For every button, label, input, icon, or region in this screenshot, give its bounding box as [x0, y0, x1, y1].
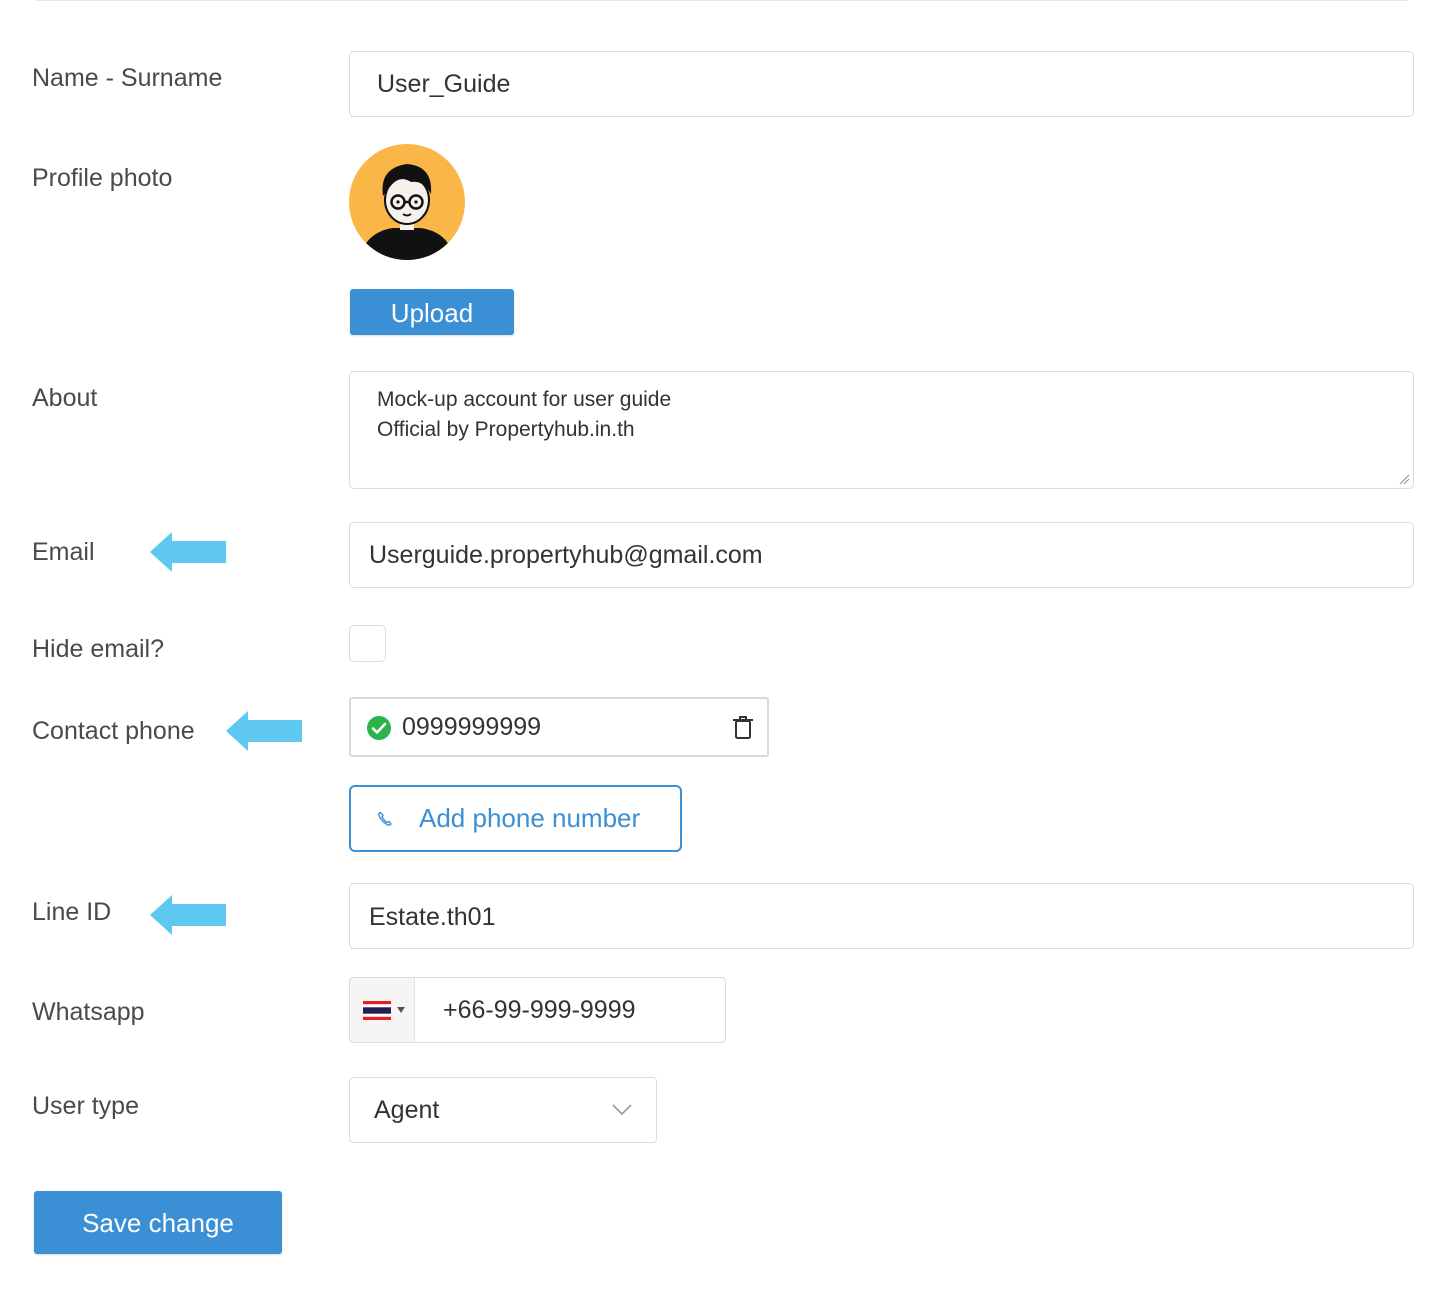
- user-type-value: Agent: [374, 1096, 440, 1124]
- caret-down-icon: [397, 1007, 405, 1013]
- line-id-label: Line ID: [32, 898, 112, 926]
- upload-button[interactable]: Upload: [350, 289, 514, 335]
- chevron-down-icon: [612, 1104, 632, 1116]
- top-divider: [36, 0, 1408, 1]
- arrow-left-icon: [150, 895, 226, 935]
- line-id-value: Estate.th01: [369, 903, 496, 931]
- avatar-illustration-icon: [349, 144, 465, 260]
- about-line-1: Mock-up account for user guide: [377, 388, 672, 411]
- resize-handle-icon[interactable]: [1398, 473, 1410, 485]
- arrow-left-icon: [226, 711, 302, 751]
- whatsapp-label: Whatsapp: [32, 998, 145, 1026]
- trash-icon[interactable]: [732, 715, 754, 740]
- verified-check-icon: [367, 716, 391, 740]
- email-value: Userguide.propertyhub@gmail.com: [369, 541, 763, 569]
- about-label: About: [32, 384, 98, 412]
- name-label: Name - Surname: [32, 64, 223, 92]
- line-id-input[interactable]: Estate.th01: [349, 883, 1414, 949]
- phone-icon: [378, 811, 392, 826]
- arrow-left-icon: [150, 532, 226, 572]
- hide-email-checkbox[interactable]: [349, 625, 386, 662]
- add-phone-button[interactable]: Add phone number: [349, 785, 682, 852]
- whatsapp-value: +66-99-999-9999: [443, 996, 636, 1024]
- thailand-flag-icon: [363, 1001, 391, 1020]
- user-type-select[interactable]: Agent: [349, 1077, 657, 1143]
- email-label: Email: [32, 538, 95, 566]
- phone-value: 0999999999: [402, 713, 542, 741]
- whatsapp-input[interactable]: +66-99-999-9999: [349, 977, 726, 1043]
- user-type-label: User type: [32, 1092, 139, 1120]
- about-textarea[interactable]: Mock-up account for user guide Official …: [349, 371, 1414, 489]
- name-input[interactable]: User_Guide: [349, 51, 1414, 117]
- save-change-button[interactable]: Save change: [34, 1191, 282, 1254]
- profile-photo-label: Profile photo: [32, 164, 173, 192]
- name-value: User_Guide: [377, 70, 511, 98]
- about-line-2: Official by Propertyhub.in.th: [377, 418, 635, 441]
- phone-entry: 0999999999: [349, 697, 769, 757]
- email-input[interactable]: Userguide.propertyhub@gmail.com: [349, 522, 1414, 588]
- hide-email-label: Hide email?: [32, 635, 165, 663]
- contact-phone-label: Contact phone: [32, 717, 195, 745]
- avatar: [349, 144, 465, 260]
- country-selector[interactable]: [350, 978, 415, 1042]
- add-phone-label: Add phone number: [419, 803, 641, 833]
